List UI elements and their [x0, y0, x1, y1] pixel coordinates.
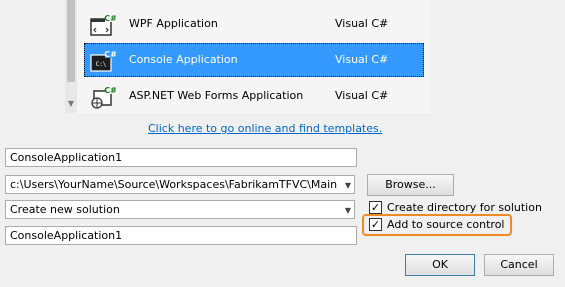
ok-button[interactable]: OK	[405, 254, 475, 276]
add-source-control-checkbox-row[interactable]: ✓ Add to source control	[369, 218, 505, 231]
template-item-console-application[interactable]: C:\ C# Console Application Visual C#	[84, 43, 424, 77]
add-source-control-checkbox[interactable]: ✓	[369, 218, 382, 231]
chevron-down-icon[interactable]: ▼	[345, 179, 351, 192]
location-combobox[interactable]: c:\Users\YourName\Source\Workspaces\Fabr…	[5, 175, 355, 194]
web-forms-app-icon: C#	[91, 85, 116, 109]
cancel-button[interactable]: Cancel	[484, 254, 554, 276]
template-list-scrollbar[interactable]: ▼	[65, 0, 77, 113]
solution-combobox[interactable]: Create new solution ▼	[5, 200, 355, 219]
location-value: c:\Users\YourName\Source\Workspaces\Fabr…	[10, 178, 338, 191]
template-language: Visual C#	[335, 89, 389, 102]
scrollbar-thumb[interactable]	[67, 0, 75, 82]
create-directory-label: Create directory for solution	[387, 201, 542, 214]
template-name: WPF Application	[129, 17, 218, 30]
project-name-input[interactable]: ConsoleApplication1	[5, 148, 357, 167]
wpf-app-icon: C#	[90, 13, 116, 36]
create-directory-checkbox[interactable]: ✓	[369, 201, 382, 214]
template-item-aspnet-web-forms[interactable]: C# ASP.NET Web Forms Application Visual …	[84, 79, 424, 113]
solution-value: Create new solution	[10, 203, 120, 216]
add-source-control-label: Add to source control	[387, 218, 505, 231]
csharp-badge: C#	[104, 86, 116, 95]
csharp-badge: C#	[104, 14, 116, 23]
template-name: Console Application	[129, 53, 238, 66]
template-item-wpf-application[interactable]: C# WPF Application Visual C#	[84, 7, 424, 41]
online-templates-link[interactable]: Click here to go online and find templat…	[148, 122, 382, 135]
browse-button[interactable]: Browse...	[367, 174, 454, 196]
template-language: Visual C#	[335, 53, 389, 66]
csharp-badge: C#	[104, 50, 116, 59]
console-app-icon: C:\ C#	[90, 49, 116, 72]
console-glyph: C:\	[96, 61, 107, 68]
scroll-down-arrow-icon[interactable]: ▼	[66, 99, 76, 109]
template-name: ASP.NET Web Forms Application	[129, 89, 304, 102]
template-list[interactable]: ▼ C# WPF Application Visual C# C:\ C# Co…	[65, 0, 431, 113]
create-directory-checkbox-row[interactable]: ✓ Create directory for solution	[369, 201, 542, 214]
solution-name-input[interactable]: ConsoleApplication1	[5, 226, 357, 245]
template-language: Visual C#	[335, 17, 389, 30]
chevron-down-icon[interactable]: ▼	[345, 204, 351, 217]
